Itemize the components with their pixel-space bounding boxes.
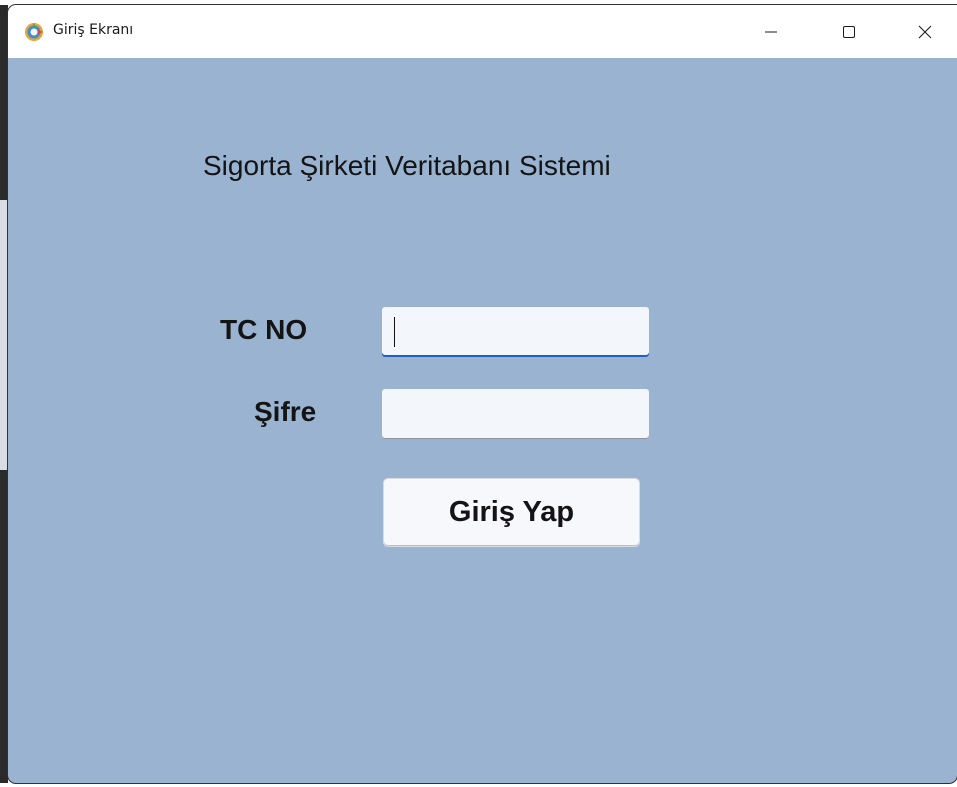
app-logo-icon [25, 23, 43, 41]
tc-no-input[interactable] [382, 307, 649, 357]
title-bar[interactable]: Giriş Ekranı [8, 5, 957, 58]
background-window-edge-light [0, 200, 8, 470]
password-input[interactable] [382, 389, 649, 439]
login-window: Giriş Ekranı Sigorta Şirketi Veritabanı … [8, 5, 957, 783]
maximize-icon [843, 25, 855, 38]
maximize-button[interactable] [826, 5, 872, 58]
minimize-icon [765, 31, 777, 32]
page-title: Sigorta Şirketi Veritabanı Sistemi [203, 150, 611, 181]
password-label: Şifre [254, 396, 317, 427]
minimize-button[interactable] [748, 5, 794, 58]
tc-no-label: TC NO [220, 314, 308, 345]
close-button[interactable] [902, 5, 948, 58]
text-caret [394, 317, 395, 347]
window-title: Giriş Ekranı [53, 22, 134, 38]
close-icon [918, 25, 932, 38]
login-button[interactable]: Giriş Yap [384, 479, 639, 546]
